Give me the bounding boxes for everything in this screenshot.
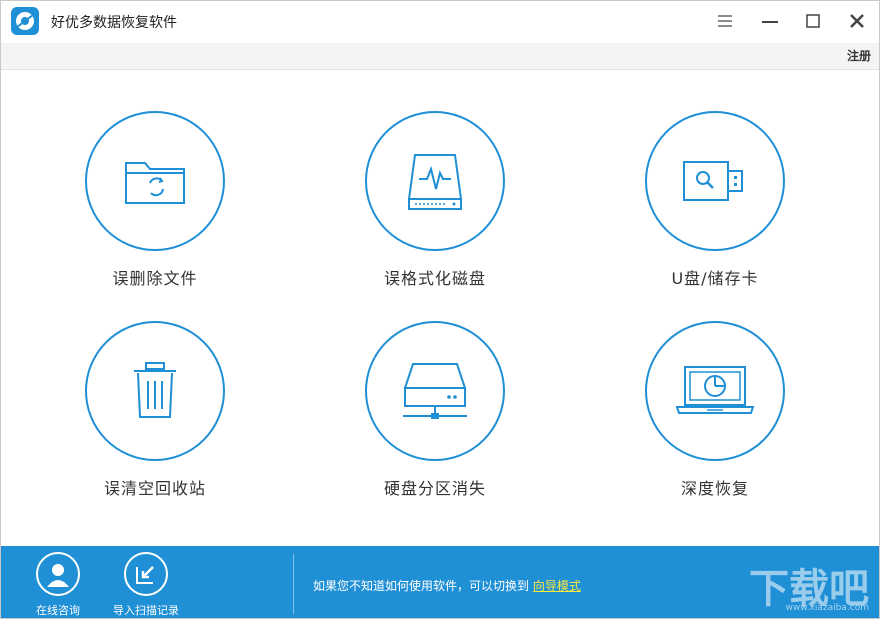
mode-hint: 如果您不知道如何使用软件，可以切换到 向导模式 bbox=[313, 577, 581, 594]
laptop-scan-icon bbox=[675, 366, 755, 414]
tile-circle bbox=[365, 321, 505, 461]
tile-usb-card[interactable]: U盘/储存卡 bbox=[625, 111, 805, 289]
app-title: 好优多数据恢复软件 bbox=[51, 15, 177, 31]
close-button[interactable] bbox=[845, 9, 869, 33]
hamburger-menu-icon bbox=[718, 15, 732, 27]
wizard-mode-link[interactable]: 向导模式 bbox=[533, 579, 581, 593]
tile-lost-partition[interactable]: 硬盘分区消失 bbox=[345, 321, 525, 499]
maximize-icon bbox=[806, 14, 820, 28]
trash-bin-icon bbox=[134, 362, 176, 418]
sub-toolbar: 注册 bbox=[1, 43, 879, 70]
menu-button[interactable] bbox=[713, 9, 737, 33]
tile-label: 误格式化磁盘 bbox=[383, 269, 486, 288]
tile-deep-recovery[interactable]: 深度恢复 bbox=[625, 321, 805, 499]
folder-recycle-icon bbox=[125, 162, 185, 204]
tile-circle bbox=[365, 111, 505, 251]
app-window: 好优多数据恢复软件 注册 误删除文件 误格式化磁盘 U盘/储存卡 误清空回收站 … bbox=[0, 0, 880, 619]
tile-label: U盘/储存卡 bbox=[671, 269, 759, 288]
online-consult-label: 在线咨询 bbox=[36, 604, 80, 617]
usb-search-icon bbox=[683, 161, 743, 201]
tile-formatted-disk[interactable]: 误格式化磁盘 bbox=[345, 111, 525, 289]
minimize-button[interactable] bbox=[758, 9, 782, 33]
minimize-icon bbox=[762, 21, 778, 23]
close-icon bbox=[850, 14, 864, 28]
mode-hint-text: 如果您不知道如何使用软件，可以切换到 bbox=[313, 579, 530, 593]
tile-circle bbox=[85, 321, 225, 461]
app-logo-icon bbox=[11, 7, 39, 35]
user-support-icon bbox=[47, 564, 69, 587]
disk-activity-icon bbox=[407, 154, 463, 210]
import-icon bbox=[136, 566, 154, 584]
footer-divider bbox=[293, 554, 294, 614]
tile-label: 深度恢复 bbox=[680, 479, 749, 498]
foot-circle bbox=[124, 552, 168, 596]
tile-label: 误删除文件 bbox=[112, 269, 198, 288]
tile-circle bbox=[85, 111, 225, 251]
register-link[interactable]: 注册 bbox=[847, 47, 871, 64]
online-consult-button[interactable]: 在线咨询 bbox=[13, 552, 103, 618]
import-scan-record-button[interactable]: 导入扫描记录 bbox=[101, 552, 191, 618]
hard-drive-network-icon bbox=[403, 363, 467, 419]
tile-recycle-bin[interactable]: 误清空回收站 bbox=[65, 321, 245, 499]
footer-bar: 在线咨询 导入扫描记录 如果您不知道如何使用软件，可以切换到 向导模式 下载吧 … bbox=[1, 546, 879, 618]
import-scan-record-label: 导入扫描记录 bbox=[113, 604, 179, 617]
tile-label: 硬盘分区消失 bbox=[383, 479, 486, 498]
foot-circle bbox=[36, 552, 80, 596]
tile-label: 误清空回收站 bbox=[103, 479, 206, 498]
tile-deleted-files[interactable]: 误删除文件 bbox=[65, 111, 245, 289]
watermark-url: www.xiazaiba.com bbox=[785, 603, 869, 613]
title-bar: 好优多数据恢复软件 bbox=[1, 1, 879, 43]
tile-circle bbox=[645, 111, 785, 251]
maximize-button[interactable] bbox=[801, 9, 825, 33]
tile-circle bbox=[645, 321, 785, 461]
